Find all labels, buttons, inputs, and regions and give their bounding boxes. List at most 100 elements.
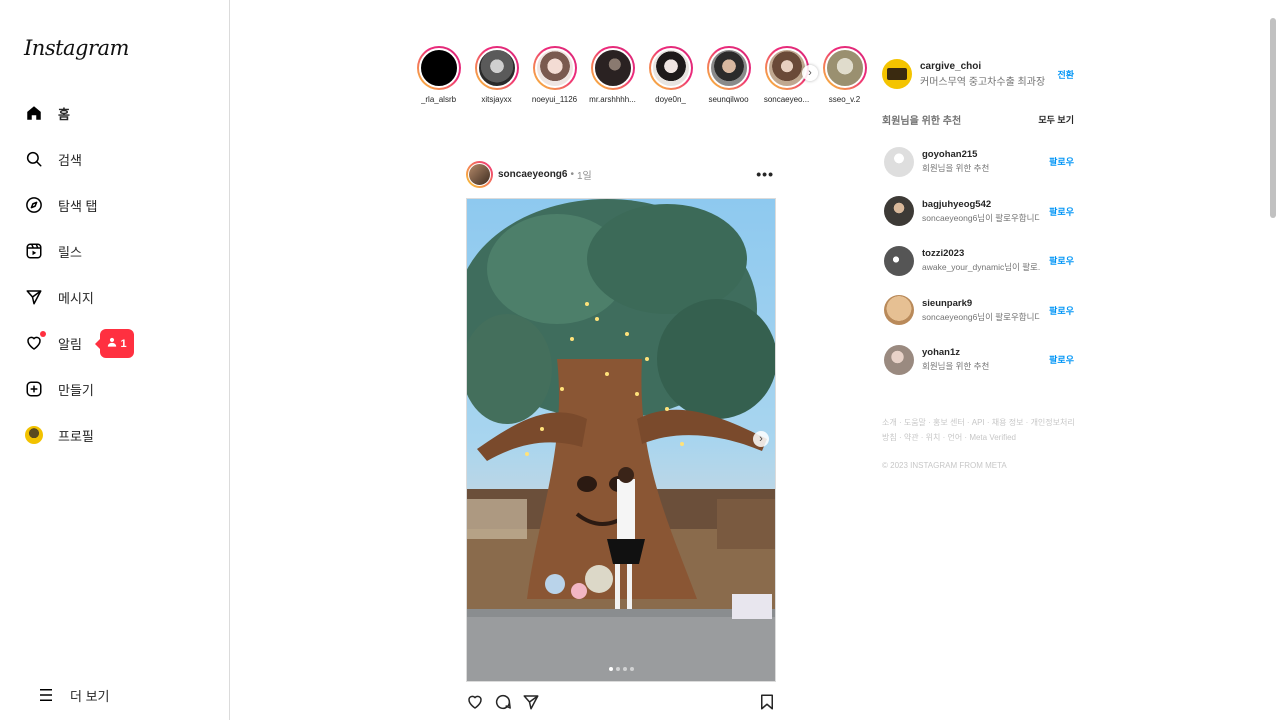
post-timestamp[interactable]: 1일 bbox=[577, 167, 592, 182]
suggestion-username[interactable]: tozzi2023 bbox=[922, 248, 1040, 259]
follow-button[interactable]: 팔로우 bbox=[1049, 304, 1074, 317]
stories-next-button[interactable]: › bbox=[802, 65, 818, 81]
bookmark-icon[interactable] bbox=[758, 693, 776, 711]
notification-count: 1 bbox=[120, 337, 127, 350]
post-author-avatar[interactable] bbox=[466, 160, 493, 188]
menu-icon bbox=[36, 685, 56, 705]
story-username: xitsjayxx bbox=[481, 95, 512, 104]
story-username: mr.arshhhh... bbox=[589, 95, 636, 104]
follow-button[interactable]: 팔로우 bbox=[1049, 155, 1074, 168]
suggestion-avatar[interactable] bbox=[884, 245, 914, 276]
suggestion-item: yohan1z 회원님을 위한 추천 팔로우 bbox=[882, 335, 1074, 385]
notification-bubble[interactable]: 1 bbox=[95, 329, 134, 358]
current-user-avatar[interactable] bbox=[882, 59, 912, 89]
sidebar-item-notifications[interactable]: 알림 1 bbox=[12, 320, 218, 366]
story-username: seunqilwoo bbox=[708, 95, 749, 104]
story-item[interactable]: noeyui_1126 bbox=[528, 46, 581, 104]
suggestion-reason: awake_your_dynamic님이 팔로... bbox=[922, 262, 1040, 273]
switch-account-button[interactable]: 전환 bbox=[1057, 68, 1074, 81]
story-username: doye0n_ bbox=[655, 95, 686, 104]
plus-square-icon bbox=[24, 379, 44, 399]
comment-icon[interactable] bbox=[494, 693, 512, 711]
suggestion-avatar[interactable] bbox=[884, 344, 914, 375]
current-user-fullname: 커머스무역 중고차수출 최과장 bbox=[920, 76, 1046, 88]
instagram-app: Instagram 홈 검색 탐색 탭 릴스 메시지 알림 1 만들기 프로필 … bbox=[0, 0, 1280, 720]
post-options-button[interactable]: ••• bbox=[756, 166, 774, 182]
suggestion-reason: soncaeyeong6님이 팔로우합니다 bbox=[922, 311, 1040, 322]
footer-links[interactable]: 소개 · 도움말 · 홍보 센터 · API · 채용 정보 · 개인정보처리방… bbox=[882, 415, 1082, 445]
notification-dot bbox=[40, 331, 46, 337]
follow-button[interactable]: 팔로우 bbox=[1049, 353, 1074, 366]
sidebar-item-reels[interactable]: 릴스 bbox=[12, 228, 218, 274]
suggestion-item: sieunpark9 soncaeyeong6님이 팔로우합니다 팔로우 bbox=[882, 286, 1074, 336]
page-scrollbar[interactable] bbox=[1266, 0, 1280, 720]
post-image[interactable]: › bbox=[466, 198, 776, 682]
person-icon bbox=[107, 337, 117, 350]
sidebar-item-label: 메시지 bbox=[58, 290, 94, 306]
story-item[interactable]: seunqilwoo bbox=[702, 46, 755, 104]
post-separator: • bbox=[570, 168, 574, 180]
feed-post: soncaeyeong6 • 1일 ••• › bbox=[466, 156, 776, 720]
sidebar-item-label: 더 보기 bbox=[70, 688, 110, 704]
story-item[interactable]: mr.arshhhh... bbox=[586, 46, 639, 104]
current-user-username[interactable]: cargive_choi bbox=[920, 61, 1045, 72]
story-avatar bbox=[476, 48, 517, 88]
suggestion-username[interactable]: bagjuhyeog542 bbox=[922, 199, 1040, 210]
home-icon bbox=[24, 103, 44, 123]
story-item[interactable]: sseo_v.2 bbox=[818, 46, 871, 104]
sidebar-item-label: 검색 bbox=[58, 152, 82, 168]
sidebar-item-label: 릴스 bbox=[58, 244, 82, 260]
follow-button[interactable]: 팔로우 bbox=[1049, 254, 1074, 267]
sidebar-item-messages[interactable]: 메시지 bbox=[12, 274, 218, 320]
sidebar: Instagram 홈 검색 탐색 탭 릴스 메시지 알림 1 만들기 프로필 … bbox=[0, 0, 230, 720]
story-item[interactable]: _rla_alsrb bbox=[412, 46, 465, 104]
story-username: noeyui_1126 bbox=[531, 95, 578, 104]
scrollbar-thumb[interactable] bbox=[1270, 18, 1276, 218]
send-icon bbox=[24, 287, 44, 307]
suggestion-username[interactable]: goyohan215 bbox=[922, 149, 1040, 160]
sidebar-item-explore[interactable]: 탐색 탭 bbox=[12, 182, 218, 228]
sidebar-item-profile[interactable]: 프로필 bbox=[12, 412, 218, 458]
chevron-right-icon: › bbox=[759, 433, 763, 445]
suggestion-avatar[interactable] bbox=[884, 295, 914, 326]
copyright: © 2023 INSTAGRAM FROM META bbox=[882, 460, 1007, 470]
carousel-indicator bbox=[467, 667, 775, 671]
story-avatar bbox=[592, 48, 633, 88]
instagram-logo[interactable]: Instagram bbox=[24, 36, 129, 60]
sidebar-item-search[interactable]: 검색 bbox=[12, 136, 218, 182]
sidebar-item-home[interactable]: 홈 bbox=[12, 90, 218, 136]
story-avatar bbox=[534, 48, 575, 88]
see-all-button[interactable]: 모두 보기 bbox=[1038, 113, 1074, 126]
like-heart-icon[interactable] bbox=[466, 693, 484, 711]
story-username: soncaeyeo... bbox=[763, 95, 810, 104]
sidebar-item-label: 프로필 bbox=[58, 428, 94, 444]
story-item[interactable]: xitsjayxx bbox=[470, 46, 523, 104]
right-column: cargive_choi 커머스무역 중고차수출 최과장 전환 회원님을 위한 … bbox=[882, 55, 1075, 470]
story-item[interactable]: doye0n_ bbox=[644, 46, 697, 104]
follow-button[interactable]: 팔로우 bbox=[1049, 205, 1074, 218]
post-author-username[interactable]: soncaeyeong6 bbox=[498, 169, 567, 180]
sidebar-item-label: 만들기 bbox=[58, 382, 94, 398]
suggestion-username[interactable]: sieunpark9 bbox=[922, 298, 1040, 309]
image-next-button[interactable]: › bbox=[753, 431, 769, 447]
story-avatar bbox=[650, 48, 691, 88]
search-icon bbox=[24, 149, 44, 169]
story-avatar bbox=[766, 48, 807, 88]
sidebar-nav: 홈 검색 탐색 탭 릴스 메시지 알림 1 만들기 프로필 bbox=[12, 90, 218, 458]
carousel-dot bbox=[629, 667, 634, 671]
profile-avatar bbox=[25, 426, 43, 444]
sidebar-item-label: 홈 bbox=[58, 106, 70, 122]
suggestion-reason: 회원님을 위한 추천 bbox=[922, 163, 990, 174]
compass-icon bbox=[24, 195, 44, 215]
story-avatar bbox=[418, 48, 459, 88]
story-avatar bbox=[708, 48, 749, 88]
sidebar-item-create[interactable]: 만들기 bbox=[12, 366, 218, 412]
sidebar-item-more[interactable]: 더 보기 bbox=[24, 672, 110, 718]
sidebar-item-label: 탐색 탭 bbox=[58, 198, 98, 214]
suggestions-title: 회원님을 위한 추천 bbox=[882, 115, 962, 127]
suggestion-avatar[interactable] bbox=[884, 196, 914, 227]
suggestion-username[interactable]: yohan1z bbox=[922, 347, 1040, 358]
share-send-icon[interactable] bbox=[522, 693, 540, 711]
suggestion-avatar[interactable] bbox=[884, 146, 914, 177]
post-header: soncaeyeong6 • 1일 ••• bbox=[466, 156, 776, 192]
